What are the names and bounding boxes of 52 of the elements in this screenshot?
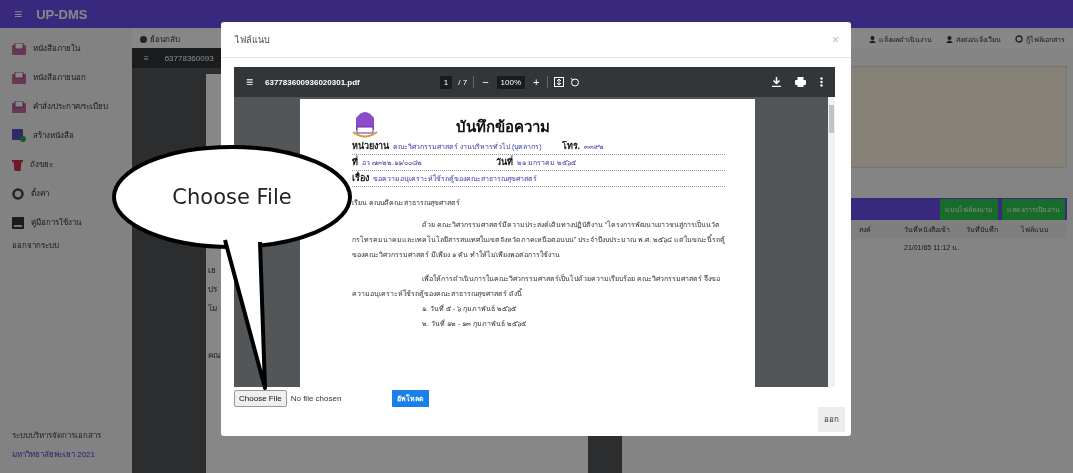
field-label: เรื่อง xyxy=(352,171,369,185)
field-label: วันที่ xyxy=(495,155,513,169)
footer-title: ระบบบริหารจัดการเอกสาร xyxy=(12,430,102,442)
scrollbar[interactable] xyxy=(828,97,835,387)
dialog-title: ไฟล์แนบ xyxy=(235,34,270,47)
menu-icon[interactable]: ≡ xyxy=(246,75,253,89)
download-icon[interactable] xyxy=(772,77,781,87)
more-icon[interactable] xyxy=(820,77,823,87)
field-label: หน่วยงาน xyxy=(352,140,389,153)
file-name: 63778360093 xyxy=(164,53,214,63)
refresh-icon xyxy=(1015,35,1023,43)
sidebar-item[interactable]: คำสั่ง/ประกาศ/ระเบียบ xyxy=(33,100,109,113)
user-icon xyxy=(946,35,954,43)
zoom-out-button[interactable]: − xyxy=(480,76,491,88)
document-add-icon xyxy=(12,129,26,142)
print-icon[interactable] xyxy=(795,77,806,87)
field-label: โทร. xyxy=(561,140,581,153)
document-heading: บันทึกข้อความ xyxy=(456,117,550,137)
fit-page-icon[interactable] xyxy=(554,77,565,87)
app-title: UP-DMS xyxy=(36,6,88,22)
sidebar-item[interactable]: ตั้งค่า xyxy=(31,187,49,200)
footer-link[interactable]: มหาวิทยาลัยพะเยา 2021 xyxy=(12,448,132,461)
sidebar-item[interactable]: หนังสือภายนอก xyxy=(33,71,86,84)
sidebar-item[interactable]: หนังสือภายใน xyxy=(33,42,80,55)
choose-file-button[interactable]: Choose File xyxy=(234,390,287,407)
page-count: / 7 xyxy=(458,77,468,87)
bubble-text: Choose File xyxy=(172,185,292,209)
menu-icon[interactable]: ≡ xyxy=(14,6,23,22)
folder-icon xyxy=(12,71,26,84)
book-icon xyxy=(12,216,24,229)
menu-icon[interactable]: ≡ xyxy=(144,53,149,63)
exit-button[interactable]: ออก xyxy=(818,407,845,432)
rotate-icon[interactable] xyxy=(570,77,581,87)
sidebar-item[interactable]: ถังขยะ xyxy=(30,158,53,171)
file-name: 637783600936020301.pdf xyxy=(265,77,360,87)
trash-icon xyxy=(12,158,23,171)
zoom-field[interactable]: 100% xyxy=(496,75,526,89)
folder-icon xyxy=(12,100,26,113)
user-icon xyxy=(869,35,877,43)
logout-link[interactable]: ออกจากระบบ xyxy=(12,239,132,252)
folder-icon xyxy=(12,42,26,55)
document-text: คณ xyxy=(208,350,220,362)
zoom-in-button[interactable]: + xyxy=(531,76,542,88)
sidebar-item[interactable]: คู่มือการใช้งาน xyxy=(31,216,81,229)
file-status: No file chosen xyxy=(290,394,342,403)
document-text: เย xyxy=(208,265,216,277)
back-link[interactable]: ย้อนกลับ xyxy=(150,32,180,46)
page-field[interactable]: 1 xyxy=(439,75,453,89)
document-text: โม xyxy=(208,303,217,315)
document-text: ปร xyxy=(208,284,217,296)
field-label: ที่ xyxy=(352,155,358,169)
sidebar-item[interactable]: สร้างหนังสือ xyxy=(33,129,74,142)
